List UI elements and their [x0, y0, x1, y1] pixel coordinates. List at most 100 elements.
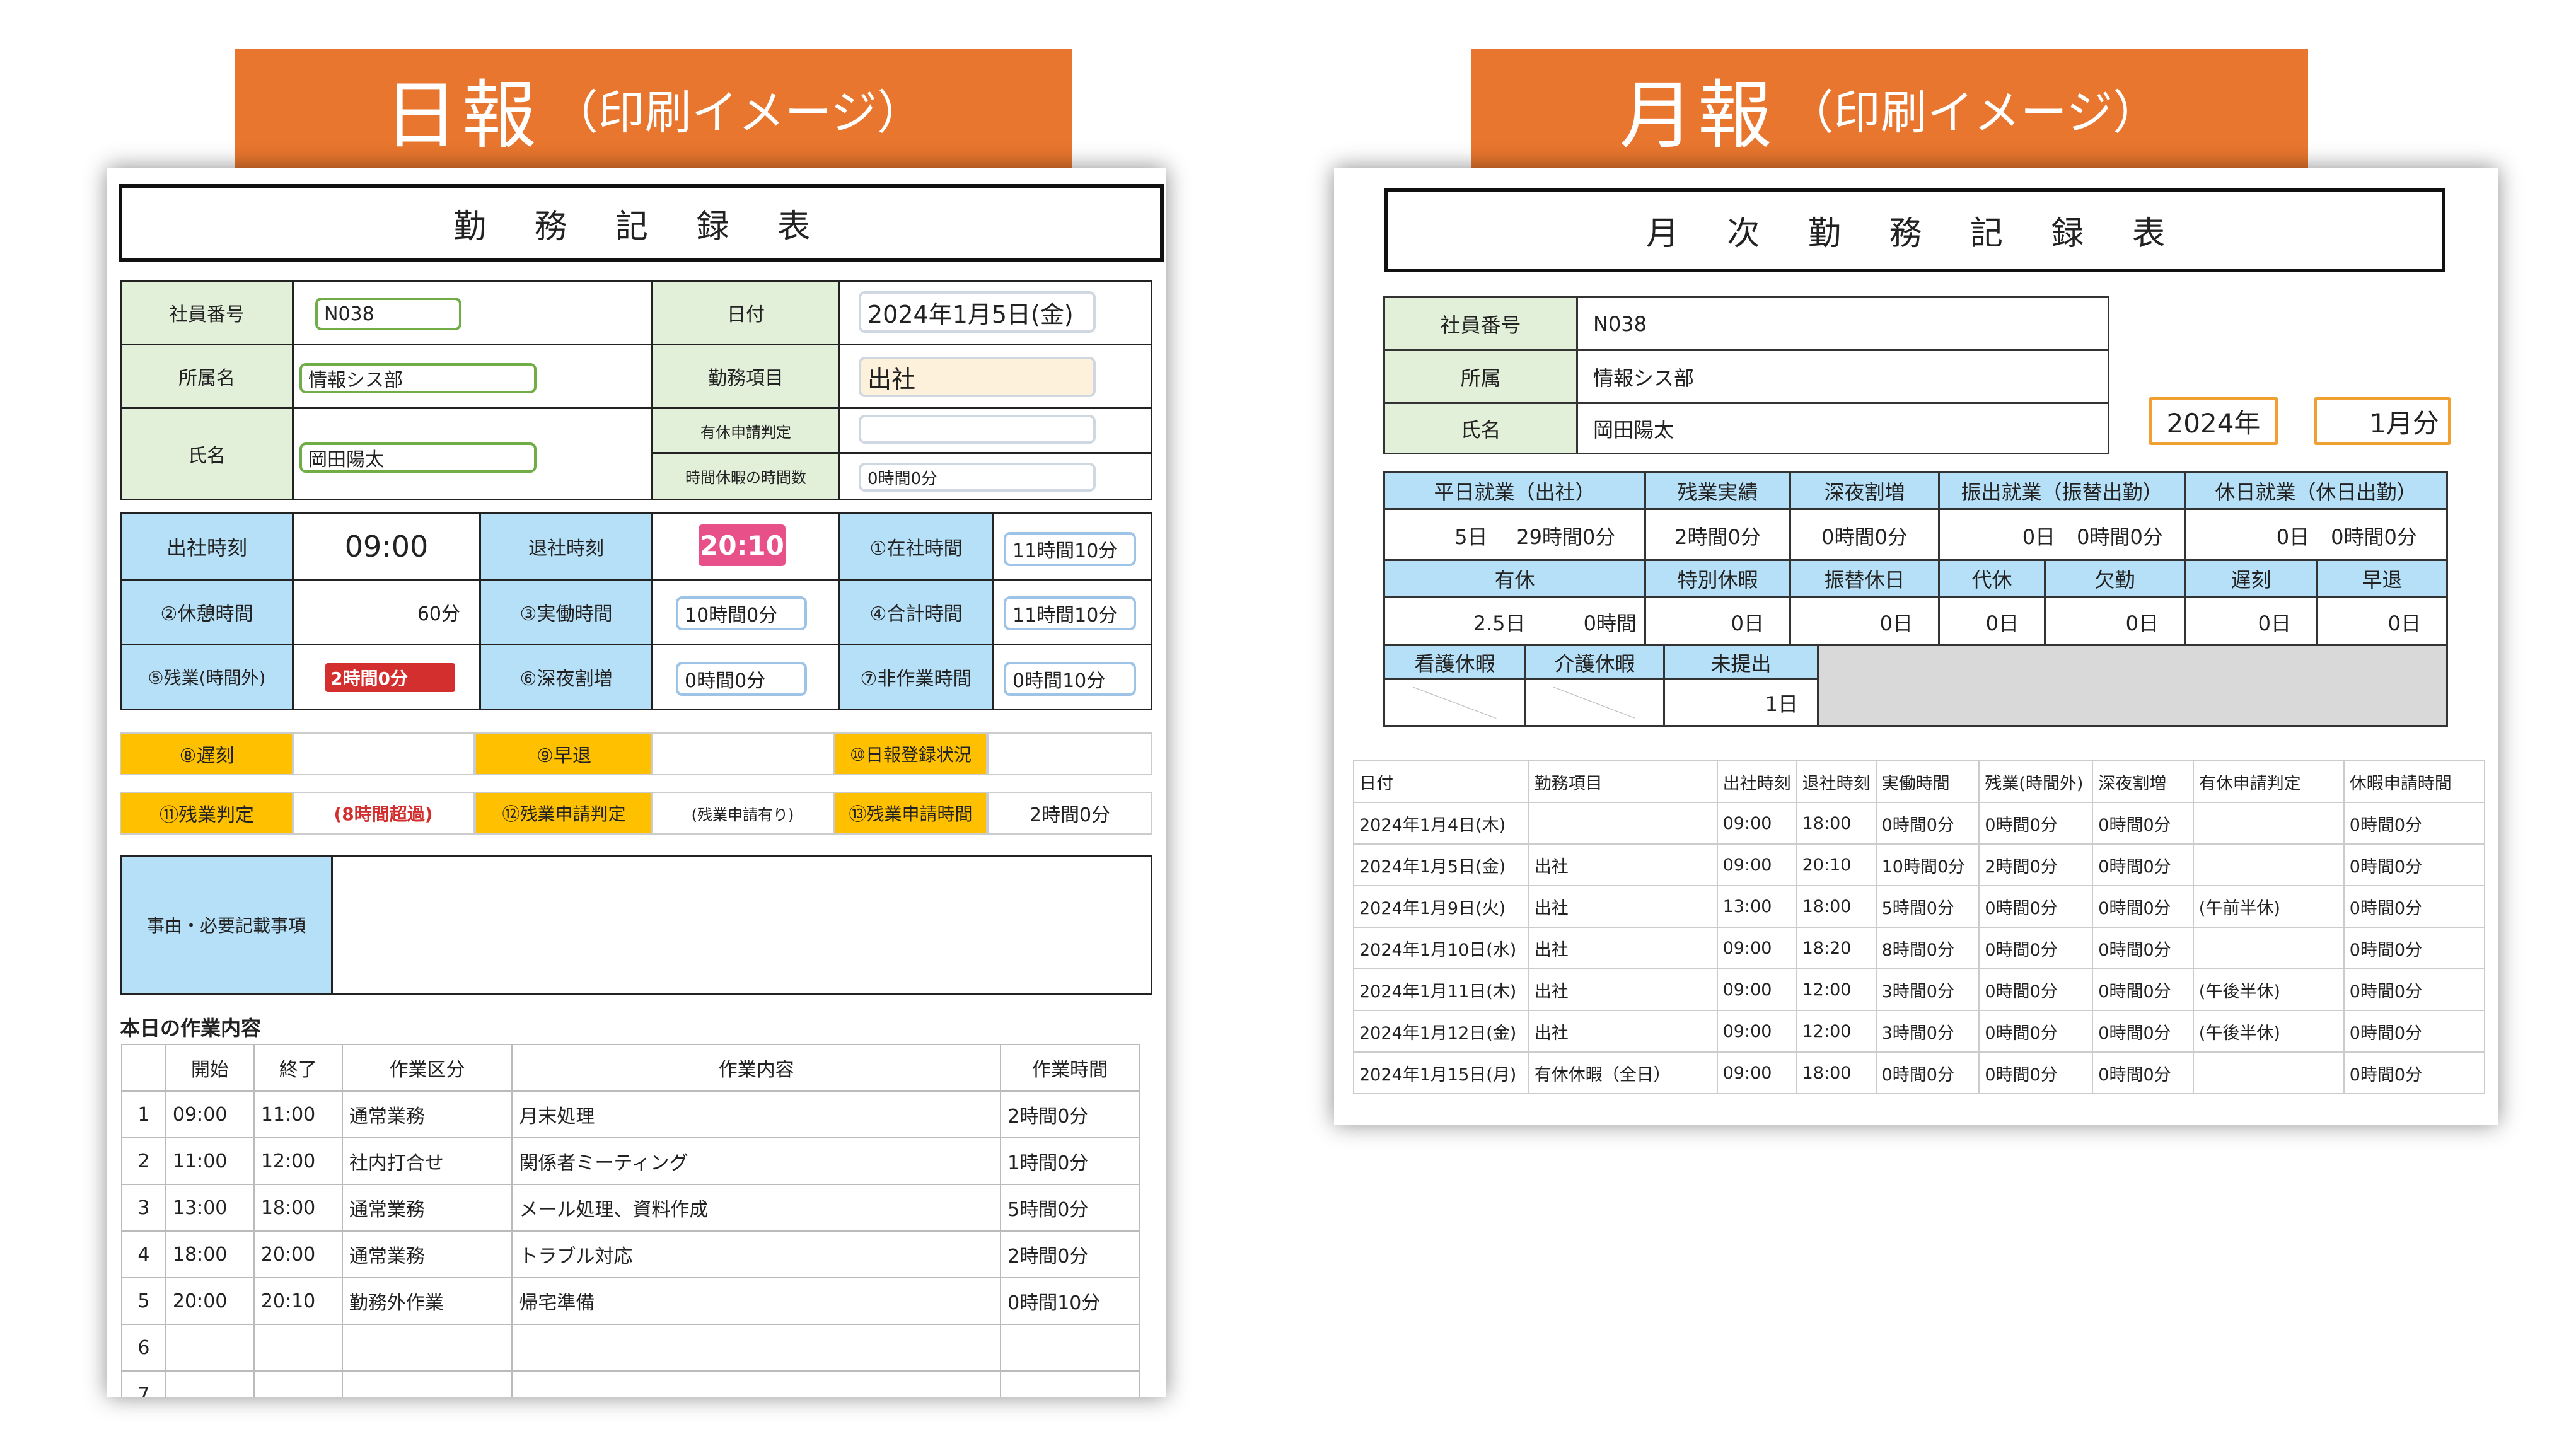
daily-banner: 日報 （印刷イメージ） [235, 49, 1072, 168]
detail-leave-time: 0時間0分 [2343, 1051, 2486, 1094]
summary-late-label: 遅刻 [2184, 559, 2319, 598]
summary-special-leave-label: 特別休暇 [1644, 559, 1792, 598]
overtime-label: ⑤残業(時間外) [120, 644, 294, 710]
date-label: 日付 [651, 280, 840, 345]
summary-night-label: 深夜割増 [1789, 471, 1941, 510]
detail-night: 0時間0分 [2092, 927, 2194, 969]
detail-end: 20:10 [1796, 843, 1877, 886]
monthly-info-table: 社員番号 N038 所属 情報シス部 氏名 岡田陽太 [1383, 296, 2109, 454]
end-time-value[interactable]: 20:10 [699, 524, 786, 566]
reason-value[interactable] [331, 855, 1152, 995]
detail-row: 2024年1月15日(月) 有休休暇（全日） 09:00 18:00 0時間0分 0時間0… [1353, 1051, 2486, 1094]
work-row-start: 13:00 [165, 1184, 255, 1232]
start-time-label: 出社時刻 [120, 512, 294, 581]
detail-header-item: 勤務項目 [1528, 760, 1718, 803]
detail-night: 0時間0分 [2092, 1051, 2194, 1094]
work-item-label: 勤務項目 [651, 344, 840, 409]
work-row: 6 [121, 1324, 1140, 1372]
detail-item: 有休休暇（全日） [1528, 1051, 1718, 1094]
detail-overtime: 2時間0分 [1978, 843, 2094, 886]
paid-leave-field[interactable] [859, 415, 1096, 444]
work-row-end: 18:00 [253, 1184, 343, 1232]
detail-end: 18:00 [1796, 885, 1877, 928]
detail-header-paid-leave: 有休申請判定 [2192, 760, 2345, 803]
work-row-no: 4 [121, 1230, 166, 1278]
year-field[interactable]: 2024年 [2149, 397, 2278, 445]
detail-row: 2024年1月5日(金) 出社 09:00 20:10 10時間0分 2時間0分 0時間0分… [1353, 843, 2486, 886]
work-row-category: 勤務外作業 [341, 1277, 513, 1325]
summary-transfer-days: 0日 [2022, 524, 2056, 549]
work-row-start: 20:00 [165, 1277, 255, 1325]
summary-paid-leave-hours: 0時間 [1525, 596, 1647, 648]
work-row-end: 20:10 [253, 1277, 343, 1325]
summary-care-value [1524, 678, 1665, 727]
start-time-value: 09:00 [292, 512, 481, 581]
date-field[interactable]: 2024年1月5日(金) [859, 291, 1096, 333]
summary-transfer-value: 0日 0時間0分 [1938, 508, 2186, 563]
monthly-detail-table: 日付 勤務項目 出社時刻 退社時刻 実働時間 残業(時間外) 深夜割増 有休申請… [1353, 760, 2486, 1094]
work-header-content: 作業内容 [511, 1044, 1002, 1092]
summary-absence-label: 欠勤 [2044, 559, 2186, 598]
summary-paid-leave-days: 2.5日 [1383, 596, 1526, 648]
work-header-category: 作業区分 [341, 1044, 513, 1092]
summary-holiday-hours: 0時間0分 [2331, 524, 2417, 549]
monthly-employee-no-value: N038 [1576, 296, 2109, 351]
summary-transfer-hours: 0時間0分 [2077, 524, 2163, 549]
summary-absence-value: 0日 [2044, 596, 2186, 648]
work-item-field[interactable]: 出社 [859, 357, 1096, 397]
work-row: 1 09:00 11:00 通常業務 月末処理 2時間0分 [121, 1090, 1140, 1138]
night-label: ⑥深夜割増 [479, 644, 653, 710]
summary-early-label: 早退 [2316, 559, 2449, 598]
work-row-end [253, 1370, 343, 1397]
daily-banner-title: 日報 [383, 71, 540, 159]
detail-item: 出社 [1528, 843, 1718, 886]
work-row-time: 0時間10分 [1000, 1277, 1140, 1325]
work-row-start [165, 1370, 255, 1397]
detail-header-actual: 実働時間 [1875, 760, 1980, 803]
present-time-label: ①在社時間 [838, 512, 994, 581]
detail-start: 13:00 [1716, 885, 1797, 928]
detail-start: 09:00 [1716, 968, 1797, 1011]
summary-blank-area [1817, 644, 2448, 727]
detail-date: 2024年1月10日(水) [1353, 927, 1529, 969]
detail-night: 0時間0分 [2092, 885, 2194, 928]
detail-start: 09:00 [1716, 802, 1797, 845]
work-row: 7 [121, 1370, 1140, 1397]
monthly-dept-label: 所属 [1383, 349, 1578, 404]
detail-start: 09:00 [1716, 1051, 1797, 1094]
employee-no-field[interactable]: N038 [315, 298, 461, 330]
detail-actual: 10時間0分 [1875, 843, 1980, 886]
work-row-time: 1時間0分 [1000, 1137, 1140, 1185]
summary-substitute-holiday-value: 0日 [1789, 596, 1941, 648]
work-header-no [121, 1044, 166, 1092]
detail-paid-leave [2192, 1051, 2345, 1094]
work-row-content: メール処理、資料作成 [511, 1184, 1002, 1232]
summary-nursing-label: 看護休暇 [1383, 644, 1526, 680]
work-row: 3 13:00 18:00 通常業務 メール処理、資料作成 5時間0分 [121, 1184, 1140, 1232]
detail-start: 09:00 [1716, 927, 1797, 969]
summary-comp-day-label: 代休 [1938, 559, 2046, 598]
work-row-no: 7 [121, 1370, 166, 1397]
detail-actual: 0時間0分 [1875, 1051, 1980, 1094]
dept-field[interactable]: 情報シス部 [299, 363, 537, 393]
month-field[interactable]: 1月分 [2314, 397, 2451, 445]
summary-paid-leave-label: 有休 [1383, 559, 1647, 598]
name-field[interactable]: 岡田陽太 [299, 442, 537, 473]
summary-overtime-value: 2時間0分 [1644, 508, 1792, 563]
work-row-time: 5時間0分 [1000, 1184, 1140, 1232]
hourly-leave-field[interactable]: 0時間0分 [859, 463, 1096, 492]
detail-actual: 3時間0分 [1875, 968, 1980, 1011]
work-row: 5 20:00 20:10 勤務外作業 帰宅準備 0時間10分 [121, 1277, 1140, 1325]
work-content-title: 本日の作業内容 [120, 1016, 262, 1040]
work-row-no: 6 [121, 1324, 166, 1372]
detail-row: 2024年1月9日(火) 出社 13:00 18:00 5時間0分 0時間0分 0時間0分(… [1353, 885, 2486, 928]
detail-end: 18:00 [1796, 1051, 1877, 1094]
work-row-no: 2 [121, 1137, 166, 1185]
early-value [651, 732, 834, 775]
work-row: 2 11:00 12:00 社内打合せ 関係者ミーティング 1時間0分 [121, 1137, 1140, 1185]
summary-unsubmitted-value: 1日 [1663, 678, 1819, 727]
monthly-summary-row3: 看護休暇 介護休暇 未提出 1日 [1383, 644, 2448, 727]
detail-leave-time: 0時間0分 [2343, 927, 2486, 969]
detail-leave-time: 0時間0分 [2343, 1010, 2486, 1053]
detail-header-night: 深夜割増 [2092, 760, 2194, 803]
